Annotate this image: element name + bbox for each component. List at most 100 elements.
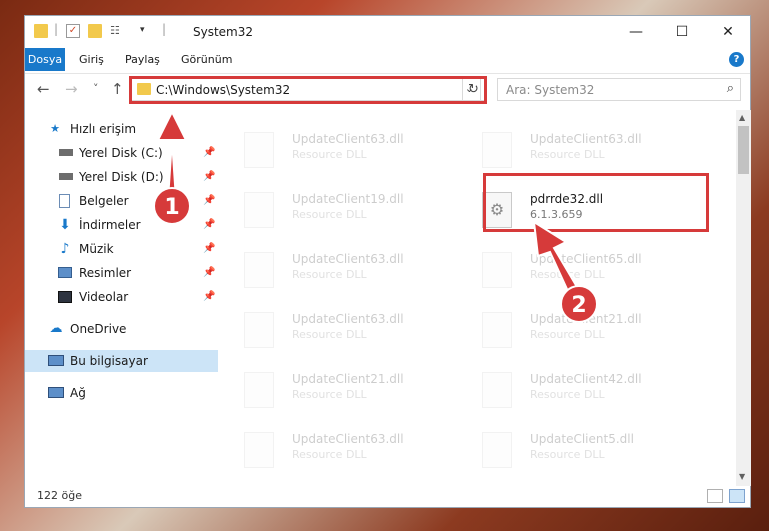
sidebar-item-disk-d[interactable]: Yerel Disk (D:) 📌 [25, 166, 218, 188]
sidebar-item-disk-c[interactable]: Yerel Disk (C:) 📌 [25, 142, 218, 164]
sidebar-item-label: İndirmeler [79, 218, 141, 232]
pin-icon[interactable]: 📌 [203, 238, 215, 260]
dll-file-icon [244, 372, 274, 408]
step-2-badge: 2 [560, 285, 598, 323]
pin-icon[interactable]: 📌 [203, 262, 215, 284]
tab-share[interactable]: Paylaş [117, 48, 168, 71]
computer-icon [48, 355, 64, 366]
sidebar-item-music[interactable]: ♪ Müzik 📌 [25, 238, 218, 260]
file-name: UpdateClient63.dll [292, 432, 404, 446]
file-description: Resource DLL [292, 268, 367, 281]
music-icon: ♪ [60, 241, 70, 257]
sidebar-item-this-pc[interactable]: Bu bilgisayar [25, 350, 218, 372]
forward-button[interactable]: → [65, 80, 78, 98]
sidebar-item-label: Hızlı erişim [70, 122, 137, 136]
star-icon: ★ [50, 122, 60, 135]
file-name: UpdateClient65.dll [530, 252, 642, 266]
new-folder-icon[interactable] [88, 24, 102, 38]
sidebar-item-pictures[interactable]: Resimler 📌 [25, 262, 218, 284]
properties-icon[interactable]: ✓ [66, 24, 80, 38]
list-item[interactable]: UpdateClient63.dll Resource DLL [456, 126, 686, 172]
vertical-scrollbar[interactable]: ▲ ▼ [736, 110, 751, 486]
recent-locations-button[interactable]: ˅ [93, 82, 99, 95]
file-description: Resource DLL [530, 268, 605, 281]
up-button[interactable]: ↑ [111, 80, 124, 98]
cloud-icon: ☁ [49, 321, 63, 336]
search-icon[interactable]: ⌕ [727, 81, 734, 96]
navigation-pane: ★ Hızlı erişim Yerel Disk (C:) 📌 Yerel D… [25, 110, 218, 486]
tab-home[interactable]: Giriş [71, 48, 112, 71]
window-title: System32 [193, 25, 254, 39]
pin-icon[interactable]: 📌 [203, 286, 215, 308]
sidebar-item-network[interactable]: Ağ [25, 382, 218, 404]
back-button[interactable]: ← [37, 80, 50, 98]
list-item[interactable]: UpdateClient19.dll Resource DLL [218, 186, 448, 232]
help-button[interactable]: ? [729, 52, 744, 67]
search-input[interactable]: Ara: System32 [506, 83, 594, 97]
address-highlight-box [129, 76, 487, 104]
sidebar-item-videos[interactable]: Videolar 📌 [25, 286, 218, 308]
list-item[interactable]: UpdateClient21.dll Resource DLL [218, 366, 448, 412]
maximize-button[interactable]: ☐ [659, 16, 705, 48]
scrollbar-thumb[interactable] [738, 126, 749, 174]
file-name: UpdateClient63.dll [292, 312, 404, 326]
list-item[interactable]: UpdateClient42.dll Resource DLL [456, 366, 686, 412]
file-list: UpdateClient63.dll Resource DLL UpdateCl… [218, 110, 736, 486]
sidebar-item-label: Bu bilgisayar [70, 354, 148, 368]
sidebar-item-label: Videolar [79, 290, 129, 304]
file-description: Resource DLL [292, 448, 367, 461]
list-item[interactable]: UpdateClient63.dll Resource DLL [218, 126, 448, 172]
file-description: Resource DLL [292, 388, 367, 401]
file-description: Resource DLL [530, 148, 605, 161]
file-name: UpdateClient63.dll [292, 132, 404, 146]
close-button[interactable]: ✕ [705, 16, 751, 48]
sidebar-item-label: Müzik [79, 242, 114, 256]
sidebar-item-label: Resimler [79, 266, 132, 280]
dll-file-icon [482, 252, 512, 288]
list-item[interactable]: UpdateClient5.dll Resource DLL [456, 426, 686, 472]
tiles-view-icon[interactable] [729, 489, 745, 503]
file-name: UpdateClient19.dll [292, 192, 404, 206]
drive-icon [59, 173, 73, 180]
scroll-up-icon[interactable]: ▲ [739, 113, 745, 122]
documents-icon [59, 194, 70, 208]
pin-icon[interactable]: 📌 [203, 166, 215, 188]
file-description: Resource DLL [292, 208, 367, 221]
search-box[interactable]: Ara: System32 ⌕ [497, 78, 741, 101]
pin-icon[interactable]: 📌 [203, 214, 215, 236]
file-description: Resource DLL [530, 328, 605, 341]
list-item[interactable]: UpdateClient63.dll Resource DLL [218, 306, 448, 352]
file-name: UpdateClient42.dll [530, 372, 642, 386]
sidebar-item-onedrive[interactable]: ☁ OneDrive [25, 318, 218, 340]
network-icon [48, 387, 64, 398]
dll-file-icon [244, 132, 274, 168]
file-name: UpdateClient63.dll [530, 132, 642, 146]
minimize-button[interactable]: — [613, 16, 659, 48]
download-icon: ⬇ [59, 217, 71, 233]
separator: | [54, 22, 59, 36]
dll-file-icon [244, 432, 274, 468]
sidebar-item-label: Yerel Disk (D:) [79, 170, 164, 184]
tab-view[interactable]: Görünüm [173, 48, 240, 71]
details-view-icon[interactable] [707, 489, 723, 503]
tab-file[interactable]: Dosya [25, 48, 65, 71]
file-description: Resource DLL [292, 328, 367, 341]
quick-access-dropdown-icon[interactable]: ▾ [140, 25, 145, 35]
file-name: UpdateClient5.dll [530, 432, 634, 446]
video-icon [58, 291, 72, 303]
list-item[interactable]: UpdateClient63.dll Resource DLL [218, 426, 448, 472]
dll-file-icon [482, 132, 512, 168]
pin-icon[interactable]: 📌 [203, 142, 215, 164]
customize-icon[interactable]: ☷ [110, 24, 124, 38]
sidebar-item-quick-access[interactable]: ★ Hızlı erişim [25, 118, 218, 140]
pin-icon[interactable]: 📌 [203, 190, 215, 212]
scroll-down-icon[interactable]: ▼ [739, 472, 745, 481]
sidebar-item-label: Belgeler [79, 194, 129, 208]
sidebar-item-label: OneDrive [70, 322, 127, 336]
sidebar-item-downloads[interactable]: ⬇ İndirmeler 📌 [25, 214, 218, 236]
dll-file-icon [482, 432, 512, 468]
file-highlight-box [483, 173, 709, 232]
sidebar-item-label: Ağ [70, 386, 86, 400]
list-item[interactable]: UpdateClient65.dll Resource DLL [456, 246, 686, 292]
list-item[interactable]: UpdateClient63.dll Resource DLL [218, 246, 448, 292]
